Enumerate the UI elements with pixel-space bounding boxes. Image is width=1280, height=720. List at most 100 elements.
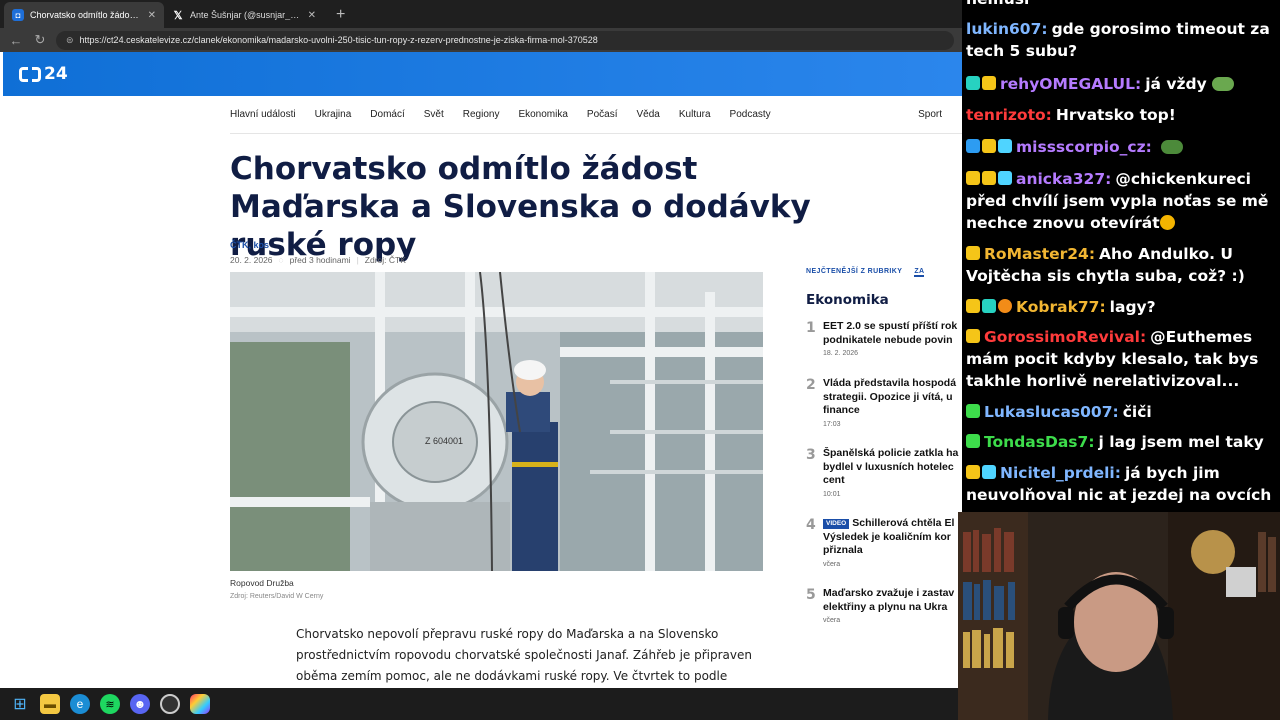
badge-group	[966, 431, 982, 453]
badge-group	[966, 401, 982, 423]
edge-icon[interactable]: e	[70, 694, 90, 714]
message-text: čiči	[1122, 403, 1152, 421]
article-photo[interactable]: Z 604001	[230, 272, 763, 571]
site-info-icon[interactable]: ⊜	[66, 35, 74, 46]
article-authors[interactable]: ČTK, kos	[230, 240, 269, 250]
badge-group	[966, 136, 1014, 158]
chat-message: Kobrak77: lagy?	[966, 296, 1276, 318]
message-text: Hrvatsko top!	[1055, 106, 1176, 124]
badge-group	[966, 462, 998, 484]
obs-icon[interactable]	[160, 694, 180, 714]
title-line: EET 2.0 se spustí příští rok	[823, 320, 958, 332]
article-meta: 20. 2. 2026 ◌ před 3 hodinami | Zdroj: Č…	[230, 255, 406, 265]
windows-taskbar: ⊞ ▬ e ≋ ☻	[0, 688, 962, 720]
rank-number: 4	[806, 517, 816, 533]
sidebar-article-title[interactable]: EET 2.0 se spustí příští rok podnikatele…	[823, 320, 962, 347]
browser-window: ◘ Chorvatsko odmítlo žádost Maďar ✕ 𝕏 An…	[0, 0, 962, 688]
title-text: Schillerová chtěla El	[852, 517, 955, 529]
nav-item[interactable]: Regiony	[463, 109, 500, 120]
chat-username[interactable]: tenrizoto:	[966, 106, 1052, 124]
chat-username[interactable]: lukin607:	[966, 20, 1048, 38]
sidebar-article-title[interactable]: Španělská policie zatkla ha bydlel v lux…	[823, 447, 962, 488]
file-explorer-icon[interactable]: ▬	[40, 694, 60, 714]
photo-label: Z 604001	[425, 436, 463, 446]
tab-most-read[interactable]: NEJČTENĚJŠÍ Z RUBRIKY	[806, 268, 902, 277]
ct24-logo[interactable]: 24	[19, 64, 68, 84]
close-tab-icon[interactable]: ✕	[308, 10, 316, 21]
nav-item[interactable]: Ekonomika	[518, 109, 567, 120]
photo-credit: Zdroj: Reuters/David W Cerny	[230, 593, 324, 600]
message-text: j lag jsem mel taky	[1098, 433, 1264, 451]
chat-username[interactable]: RoMaster24:	[984, 245, 1095, 263]
windows-start-icon[interactable]: ⊞	[10, 694, 30, 714]
chat-username[interactable]: Lukaslucas007:	[984, 403, 1119, 421]
bits-badge-icon	[966, 434, 980, 448]
logo-text: 24	[44, 64, 68, 84]
chat-username[interactable]: anicka327:	[1016, 170, 1111, 188]
message-text: neuvolňoval nic at jezdej na ovcích	[966, 486, 1272, 504]
crown-badge-icon	[966, 171, 980, 185]
message-text: takhle horlivě nerelativizoval...	[966, 372, 1240, 390]
badge-group	[966, 326, 982, 348]
subscriber-badge-icon	[982, 299, 996, 313]
message-text: tech 5 subu?	[966, 42, 1078, 60]
badge-group	[966, 296, 1014, 318]
nav-item-sport[interactable]: Sport	[918, 109, 942, 120]
sidebar-article-date: 18. 2. 2026	[823, 350, 859, 357]
chat-username[interactable]: missscorpio_cz:	[1016, 138, 1152, 156]
clock-icon: ◌	[278, 255, 284, 265]
title-line: VIDEO Schillerová chtěla El	[823, 517, 962, 531]
bits-badge-icon	[966, 465, 980, 479]
title-line: elektřiny a plynu na Ukra	[823, 600, 948, 613]
nav-item[interactable]: Podcasty	[730, 109, 771, 120]
message-text: nechce znovu otevírát	[966, 214, 1160, 232]
main-nav: Hlavní události Ukrajina Domácí Svět Reg…	[230, 96, 962, 134]
address-bar: ← ↻ ⊜ https://ct24.ceskatelevize.cz/clan…	[0, 28, 962, 52]
nav-item[interactable]: Hlavní události	[230, 109, 296, 120]
url-field[interactable]: ⊜ https://ct24.ceskatelevize.cz/clanek/e…	[56, 30, 954, 50]
prime-badge-icon	[966, 139, 980, 153]
copilot-icon[interactable]	[190, 694, 210, 714]
rank-number: 5	[806, 587, 816, 603]
message-text: @chickenkureci	[1115, 170, 1251, 188]
nav-item[interactable]: Počasí	[587, 109, 618, 120]
chat-username[interactable]: TondasDas7:	[984, 433, 1095, 451]
close-tab-icon[interactable]: ✕	[148, 10, 156, 21]
coin-badge-icon	[998, 299, 1012, 313]
message-text: gde gorosimo timeout za	[1051, 20, 1270, 38]
tab-secondary[interactable]: ZA	[914, 268, 925, 277]
sidebar-article-date: včera	[823, 561, 841, 568]
message-text: já bych jim	[1124, 464, 1220, 482]
tab-label: Chorvatsko odmítlo žádost Maďar	[30, 10, 142, 20]
chat-username[interactable]: Kobrak77:	[1016, 298, 1106, 316]
subscriber-badge-icon	[966, 76, 980, 90]
chat-username[interactable]: GorossimoRevival:	[984, 328, 1146, 346]
gem-badge-icon	[998, 171, 1012, 185]
badge-group	[966, 73, 998, 95]
nav-item[interactable]: Svět	[424, 109, 444, 120]
title-line: cent	[823, 474, 845, 486]
sidebar-article-title[interactable]: Maďarsko zvažuje i zastav elektřiny a pl…	[823, 587, 962, 614]
chat-username[interactable]: Nicitel_prdeli:	[1000, 464, 1121, 482]
new-tab-icon[interactable]: +	[324, 2, 357, 28]
nav-item[interactable]: Věda	[637, 109, 660, 120]
sidebar-article-title[interactable]: VIDEO Schillerová chtěla El Výsledek je k…	[823, 517, 962, 558]
sidebar-article-title[interactable]: Vláda představila hospodá strategii. Opo…	[823, 377, 962, 418]
discord-icon[interactable]: ☻	[130, 694, 150, 714]
title-line: přiznala	[823, 544, 863, 556]
nav-item[interactable]: Domácí	[370, 109, 404, 120]
message-text: Aho Andulko. U	[1099, 245, 1233, 263]
rank-number: 1	[806, 320, 816, 336]
tab-x[interactable]: 𝕏 Ante Šušnjar (@susnjar_a) / X ✕	[164, 2, 324, 28]
tab-label: Ante Šušnjar (@susnjar_a) / X	[190, 10, 302, 20]
nav-item[interactable]: Ukrajina	[315, 109, 352, 120]
back-icon[interactable]: ←	[8, 33, 24, 48]
chat-message: tenrizoto: Hrvatsko top!	[966, 104, 1276, 126]
tab-ct24[interactable]: ◘ Chorvatsko odmítlo žádost Maďar ✕	[4, 2, 164, 28]
spotify-icon[interactable]: ≋	[100, 694, 120, 714]
chat-username[interactable]: rehyOMEGALUL:	[1000, 75, 1141, 93]
laughing-emoji-icon	[1159, 215, 1175, 230]
chat-message: RoMaster24: Aho Andulko. U Vojtěcha sis c…	[966, 243, 1276, 287]
reload-icon[interactable]: ↻	[32, 32, 48, 48]
nav-item[interactable]: Kultura	[679, 109, 711, 120]
